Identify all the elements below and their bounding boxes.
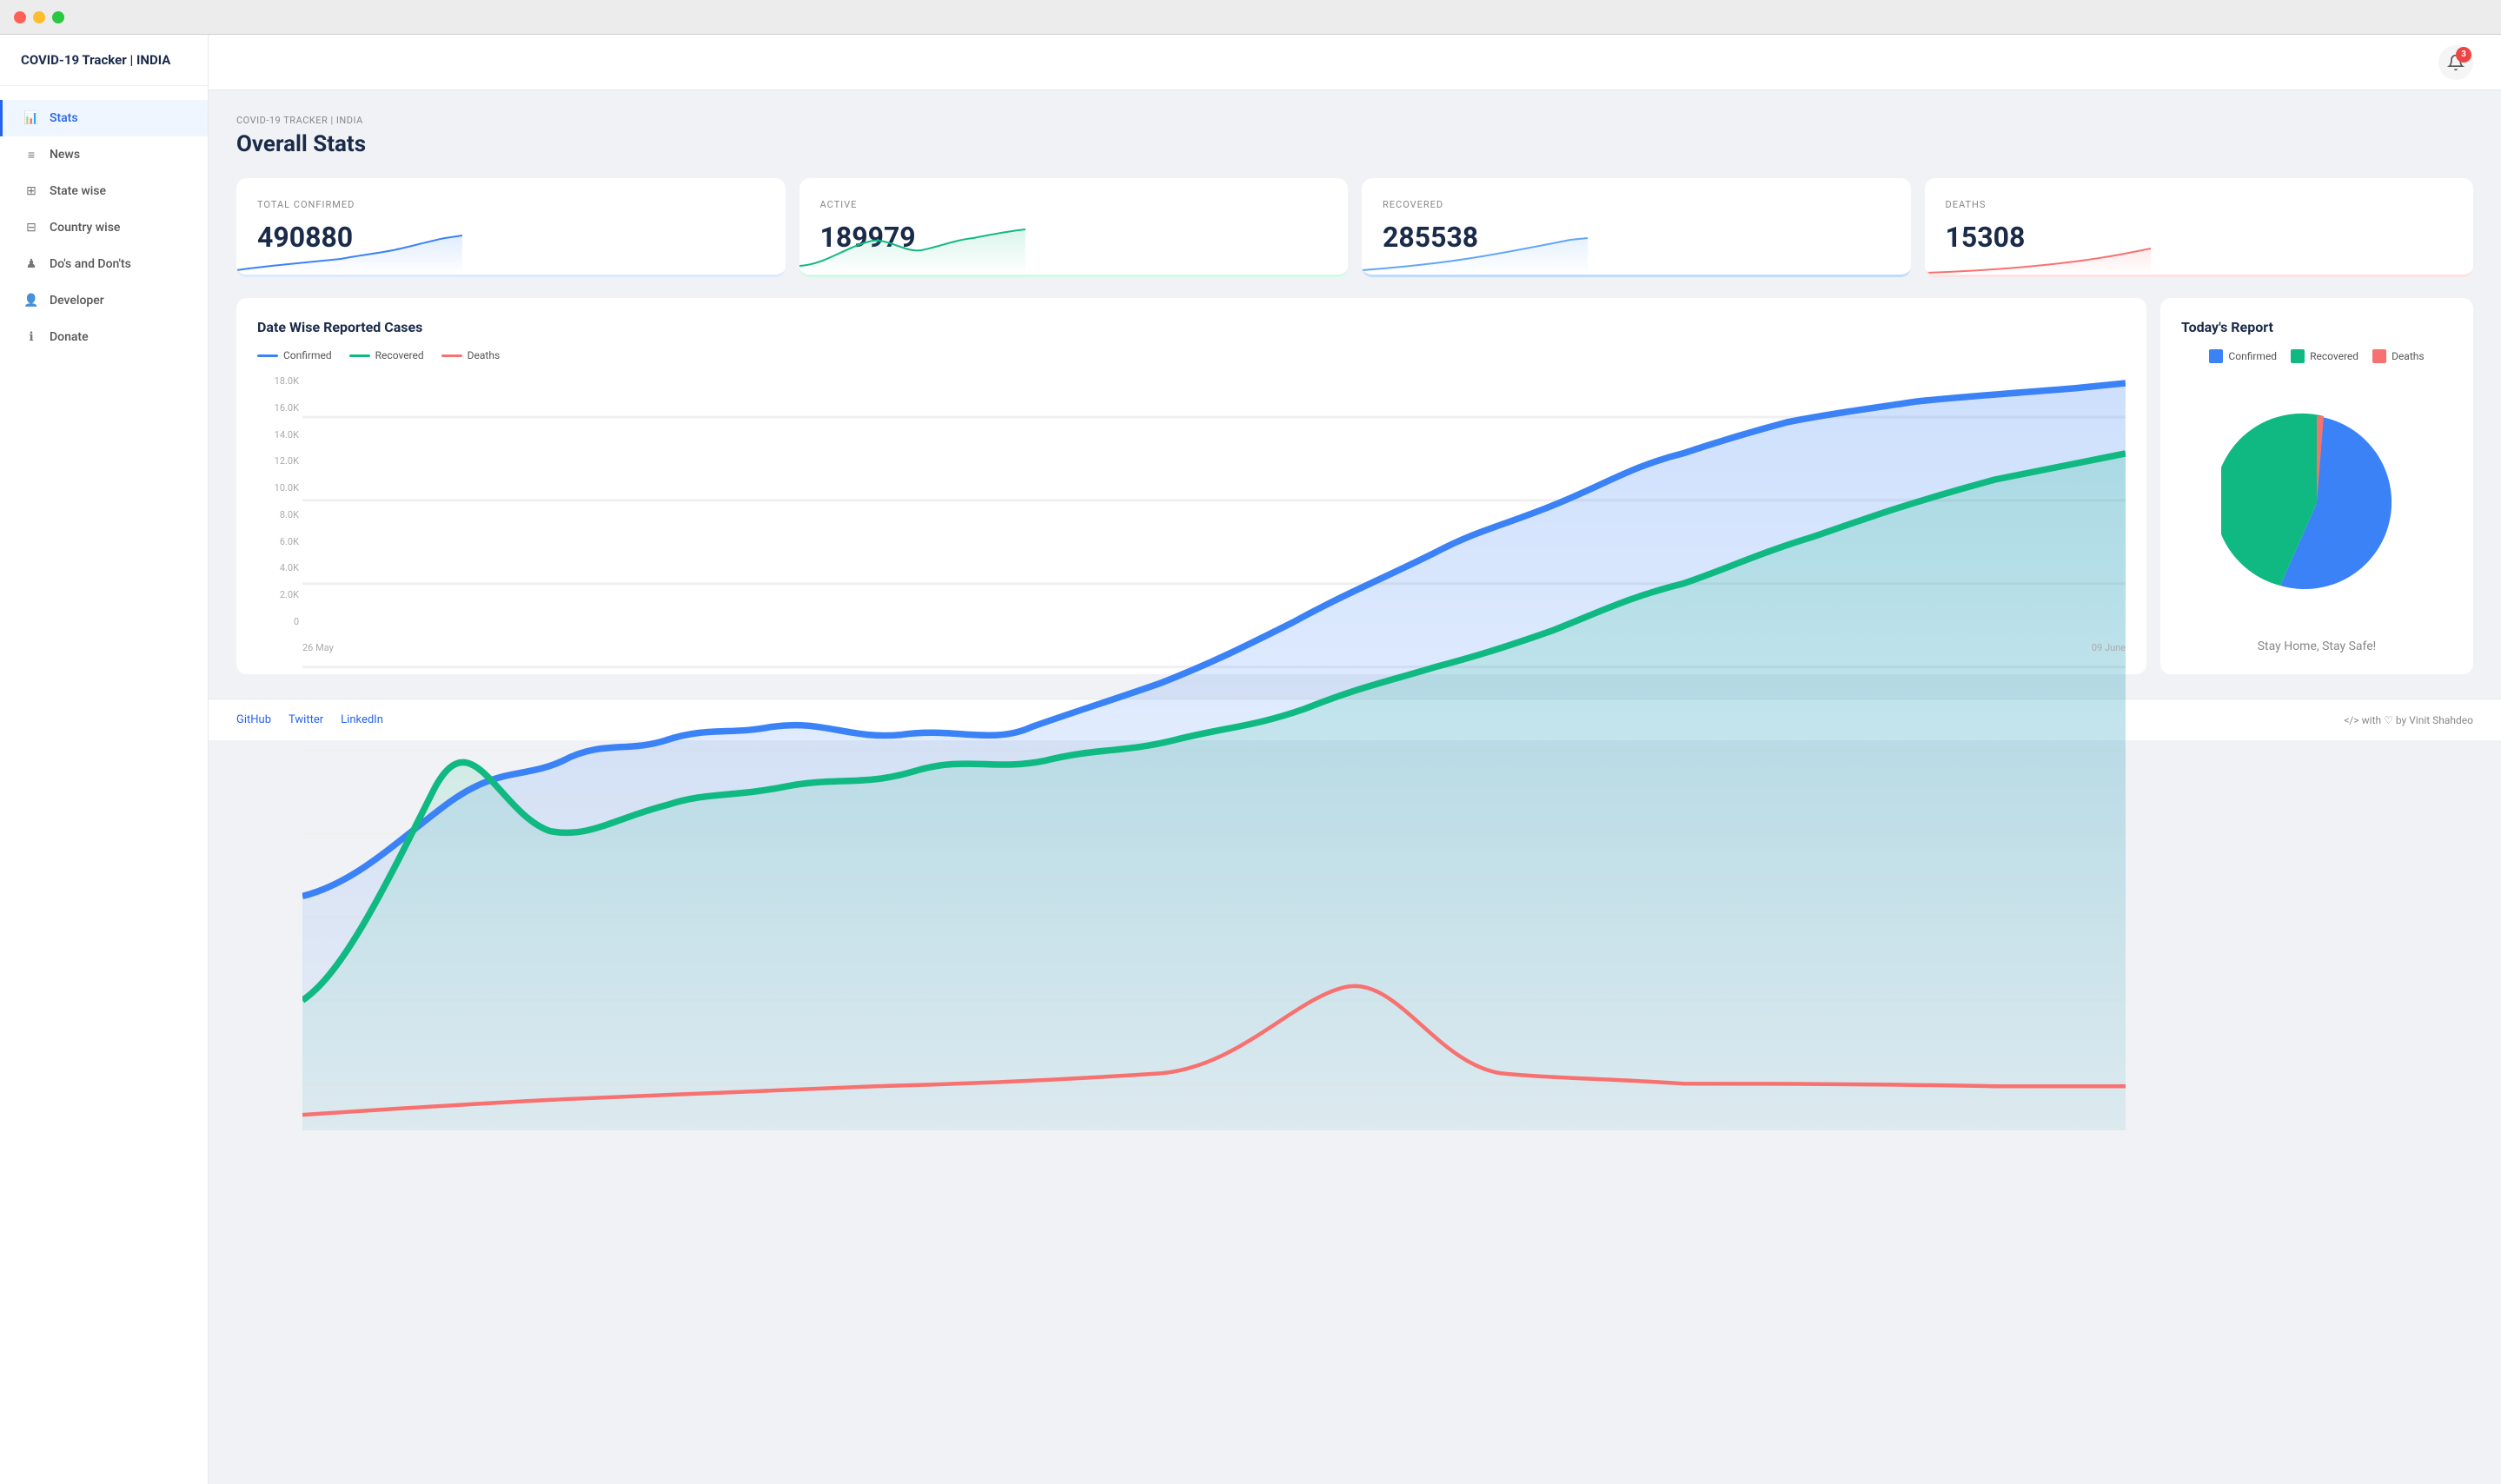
- report-legend-confirmed-dot: [2209, 349, 2223, 363]
- footer-credit: </> with ♡ by Vinit Shahdeo: [2344, 714, 2473, 726]
- sidebar-item-donate[interactable]: ℹ Donate: [0, 319, 208, 355]
- main-content: 3 COVID-19 TRACKER | INDIA Overall Stats…: [209, 35, 2501, 1484]
- sidebar-item-donate-label: Donate: [50, 330, 89, 344]
- report-legend-confirmed: Confirmed: [2209, 349, 2277, 363]
- report-legend-recovered: Recovered: [2291, 349, 2358, 363]
- sidebar-item-news-label: News: [50, 148, 80, 162]
- report-legend-deaths-dot: [2372, 349, 2386, 363]
- minimize-button[interactable]: [33, 11, 45, 23]
- x-axis: 26 May 09 June: [302, 642, 2126, 653]
- sidebar-item-dos-donts-label: Do's and Don'ts: [50, 257, 131, 271]
- notification-badge: 3: [2456, 47, 2471, 63]
- country-wise-icon: ⊟: [23, 220, 39, 235]
- legend-confirmed: Confirmed: [257, 349, 332, 361]
- bottom-grid: Date Wise Reported Cases Confirmed Recov…: [236, 298, 2473, 674]
- y-axis: 18.0K 16.0K 14.0K 12.0K 10.0K 8.0K 6.0K …: [257, 375, 299, 627]
- sidebar: COVID-19 Tracker | INDIA 📊 Stats ≡ News …: [0, 35, 209, 1484]
- sidebar-item-developer[interactable]: 👤 Developer: [0, 282, 208, 319]
- date-wise-chart-title: Date Wise Reported Cases: [257, 319, 2126, 335]
- active-label: ACTIVE: [820, 199, 1328, 210]
- line-chart: [302, 375, 2126, 1130]
- maximize-button[interactable]: [52, 11, 64, 23]
- confirmed-label: TOTAL CONFIRMED: [257, 199, 765, 210]
- donate-icon: ℹ: [23, 329, 39, 345]
- report-title: Today's Report: [2181, 319, 2273, 335]
- titlebar: [0, 0, 2501, 35]
- report-legend-deaths-label: Deaths: [2392, 350, 2425, 362]
- chart-legend: Confirmed Recovered Deaths: [257, 349, 2126, 361]
- news-icon: ≡: [23, 147, 39, 162]
- legend-recovered: Recovered: [349, 349, 424, 361]
- dos-donts-icon: ♟: [23, 256, 39, 272]
- recovered-label: RECOVERED: [1383, 199, 1890, 210]
- todays-report-card: Today's Report Confirmed Recovered De: [2160, 298, 2473, 674]
- app-layout: COVID-19 Tracker | INDIA 📊 Stats ≡ News …: [0, 35, 2501, 1484]
- sidebar-item-country-wise-label: Country wise: [50, 221, 120, 235]
- sidebar-item-stats-label: Stats: [50, 111, 78, 125]
- page-content: COVID-19 TRACKER | INDIA Overall Stats T…: [209, 90, 2501, 699]
- confirmed-card: TOTAL CONFIRMED 490880: [236, 178, 786, 277]
- state-wise-icon: ⊞: [23, 183, 39, 199]
- sidebar-item-stats[interactable]: 📊 Stats: [0, 100, 208, 136]
- sidebar-item-country-wise[interactable]: ⊟ Country wise: [0, 209, 208, 246]
- close-button[interactable]: [14, 11, 26, 23]
- breadcrumb: COVID-19 TRACKER | INDIA: [236, 115, 2473, 126]
- github-link[interactable]: GitHub: [236, 713, 271, 726]
- stats-grid: TOTAL CONFIRMED 490880 ACTIVE 189979: [236, 178, 2473, 277]
- pie-chart: [2221, 407, 2412, 599]
- legend-confirmed-dot: [257, 354, 278, 357]
- pie-container: [2221, 381, 2412, 626]
- sidebar-item-state-wise[interactable]: ⊞ State wise: [0, 173, 208, 209]
- deaths-card: DEATHS 15308: [1925, 178, 2474, 277]
- developer-icon: 👤: [23, 293, 39, 308]
- legend-deaths-dot: [441, 354, 462, 357]
- notification-button[interactable]: 3: [2438, 45, 2473, 80]
- sidebar-item-dos-donts[interactable]: ♟ Do's and Don'ts: [0, 246, 208, 282]
- legend-recovered-label: Recovered: [375, 349, 424, 361]
- report-legend-deaths: Deaths: [2372, 349, 2425, 363]
- legend-confirmed-label: Confirmed: [283, 349, 332, 361]
- active-card: ACTIVE 189979: [799, 178, 1349, 277]
- report-legend-recovered-dot: [2291, 349, 2305, 363]
- sidebar-item-news[interactable]: ≡ News: [0, 136, 208, 173]
- report-legend-recovered-label: Recovered: [2310, 350, 2358, 362]
- main-header: 3: [209, 35, 2501, 90]
- x-label-june: 09 June: [2092, 642, 2126, 653]
- x-label-may: 26 May: [302, 642, 334, 653]
- report-legend: Confirmed Recovered Deaths: [2209, 349, 2424, 363]
- stats-icon: 📊: [23, 110, 39, 126]
- sidebar-nav: 📊 Stats ≡ News ⊞ State wise ⊟ Country wi…: [0, 86, 208, 1484]
- recovered-card: RECOVERED 285538: [1362, 178, 1911, 277]
- stay-safe-text: Stay Home, Stay Safe!: [2258, 639, 2377, 653]
- report-legend-confirmed-label: Confirmed: [2228, 350, 2277, 362]
- chart-area: 18.0K 16.0K 14.0K 12.0K 10.0K 8.0K 6.0K …: [257, 375, 2126, 653]
- sidebar-item-developer-label: Developer: [50, 294, 104, 308]
- legend-deaths-label: Deaths: [468, 349, 501, 361]
- deaths-label: DEATHS: [1946, 199, 2453, 210]
- page-title: Overall Stats: [236, 131, 2473, 157]
- sidebar-item-state-wise-label: State wise: [50, 184, 106, 198]
- legend-recovered-dot: [349, 354, 370, 357]
- legend-deaths: Deaths: [441, 349, 501, 361]
- sidebar-logo: COVID-19 Tracker | INDIA: [0, 35, 208, 86]
- date-wise-chart-card: Date Wise Reported Cases Confirmed Recov…: [236, 298, 2146, 674]
